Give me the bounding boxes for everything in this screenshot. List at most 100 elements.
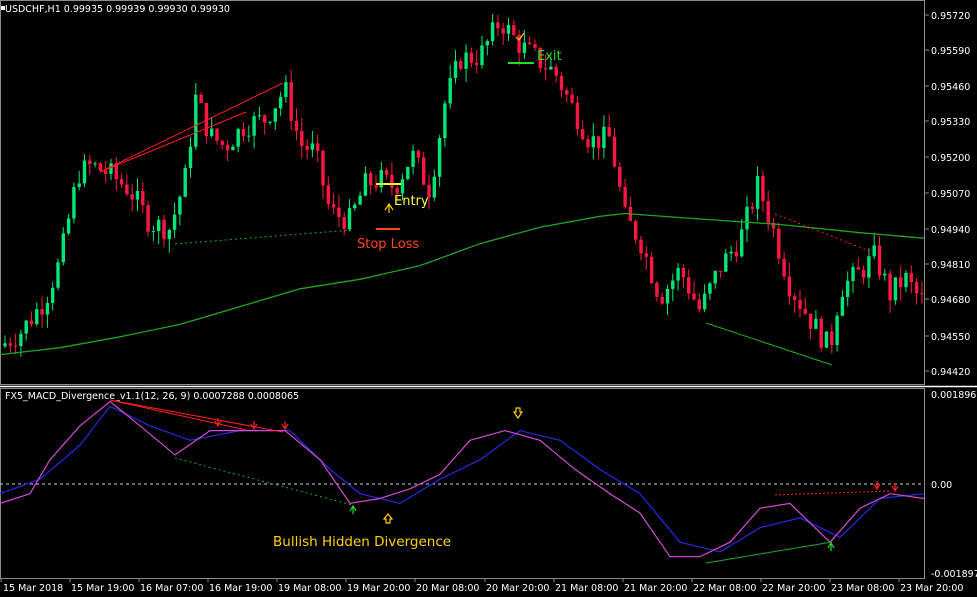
candle-body xyxy=(819,318,823,348)
candle-body xyxy=(188,146,193,168)
candle-body xyxy=(782,258,786,277)
entry-label: Entry xyxy=(394,194,429,209)
time-tick: 16 Mar 07:00 xyxy=(140,583,203,594)
candle-body xyxy=(104,170,108,175)
candle-body xyxy=(766,201,770,223)
candle-body xyxy=(369,173,373,186)
candle-body xyxy=(702,293,707,310)
candle-body xyxy=(740,229,744,257)
candle-body xyxy=(840,296,845,316)
candle-body xyxy=(88,160,92,165)
candle-body xyxy=(316,143,320,151)
candle-body xyxy=(225,144,230,151)
main-chart-header: USDCHF,H1 0.99935 0.99939 0.99930 0.9993… xyxy=(5,4,230,15)
candle-body xyxy=(899,277,903,288)
candle-body xyxy=(490,22,495,41)
candle-body xyxy=(798,300,802,309)
time-tick: 20 Mar 08:00 xyxy=(416,583,479,594)
candle-body xyxy=(178,196,182,215)
candle-body xyxy=(66,218,71,234)
candle-body xyxy=(337,207,341,218)
candle-body xyxy=(395,187,399,194)
candle-body xyxy=(162,219,166,240)
candle-body xyxy=(745,206,749,230)
price-tick: 0.95330 xyxy=(931,117,970,128)
candle-body xyxy=(920,293,924,295)
candle-body xyxy=(263,115,267,123)
price-tick: 0.94550 xyxy=(931,332,970,343)
candle-body xyxy=(13,345,18,347)
candle-body xyxy=(8,343,12,346)
candle-body xyxy=(612,136,617,167)
candle-body xyxy=(183,168,187,197)
candle-body xyxy=(453,61,458,78)
price-tick: 0.94420 xyxy=(931,367,970,378)
indicator-top-tick: 0.0018965 xyxy=(931,390,977,401)
candle-body xyxy=(575,102,580,130)
candle-body xyxy=(655,283,659,297)
mt4-chart[interactable]: USDCHF,H1 0.99935 0.99939 0.99930 0.9993… xyxy=(0,0,977,597)
candle-body xyxy=(596,136,601,148)
candle-body xyxy=(485,41,489,46)
candle-body xyxy=(130,194,134,200)
candle-body xyxy=(649,256,654,284)
candle-body xyxy=(210,128,214,136)
candle-body xyxy=(331,204,336,208)
candle-body xyxy=(814,318,818,329)
candle-body xyxy=(151,231,156,233)
candle-body xyxy=(607,126,611,137)
candle-body xyxy=(824,331,829,348)
candle-body xyxy=(326,185,330,204)
price-tick: 0.95590 xyxy=(931,46,970,57)
candle-body xyxy=(3,343,7,347)
candle-body xyxy=(496,22,500,29)
candle-body xyxy=(109,163,113,174)
candle-body xyxy=(51,287,55,303)
candle-body xyxy=(98,163,103,171)
candle-body xyxy=(82,160,87,184)
candle-body xyxy=(411,150,415,167)
candle-body xyxy=(602,126,606,148)
candle-body xyxy=(146,205,150,232)
candle-body xyxy=(559,75,564,91)
candle-body xyxy=(125,184,129,195)
chart-control-icon[interactable] xyxy=(1,6,5,10)
time-tick: 15 Mar 2018 xyxy=(3,583,63,594)
candle-body xyxy=(294,120,299,131)
candle-body xyxy=(665,288,670,304)
candle-body xyxy=(501,28,505,34)
candle-body xyxy=(40,309,44,315)
time-tick: 22 Mar 20:00 xyxy=(762,583,825,594)
candle-body xyxy=(787,276,792,297)
candle-body xyxy=(199,94,203,103)
time-tick: 16 Mar 19:00 xyxy=(209,583,272,594)
candle-body xyxy=(893,277,898,301)
candle-body xyxy=(549,66,553,70)
stop-loss-label: Stop Loss xyxy=(357,237,419,252)
candle-body xyxy=(528,42,532,45)
candle-body xyxy=(554,66,558,76)
candle-body xyxy=(157,219,161,232)
candle-body xyxy=(830,331,834,345)
candle-body xyxy=(19,333,23,347)
candle-body xyxy=(35,309,39,325)
candle-body xyxy=(581,129,585,140)
price-tick: 0.95200 xyxy=(931,153,970,164)
candle-body xyxy=(708,283,712,294)
candle-body xyxy=(676,268,680,281)
candle-body xyxy=(24,320,28,334)
candle-body xyxy=(506,25,511,34)
candle-body xyxy=(586,139,590,148)
candle-body xyxy=(289,82,293,121)
candle-body xyxy=(681,268,686,278)
candle-body xyxy=(761,176,765,202)
candle-body xyxy=(522,42,527,53)
time-tick: 20 Mar 20:00 xyxy=(486,583,549,594)
candle-body xyxy=(861,269,866,278)
candle-body xyxy=(692,293,696,300)
candle-body xyxy=(56,262,60,288)
candle-body xyxy=(724,253,728,272)
candle-body xyxy=(750,206,754,209)
candle-body xyxy=(543,68,548,70)
candle-body xyxy=(623,186,627,207)
